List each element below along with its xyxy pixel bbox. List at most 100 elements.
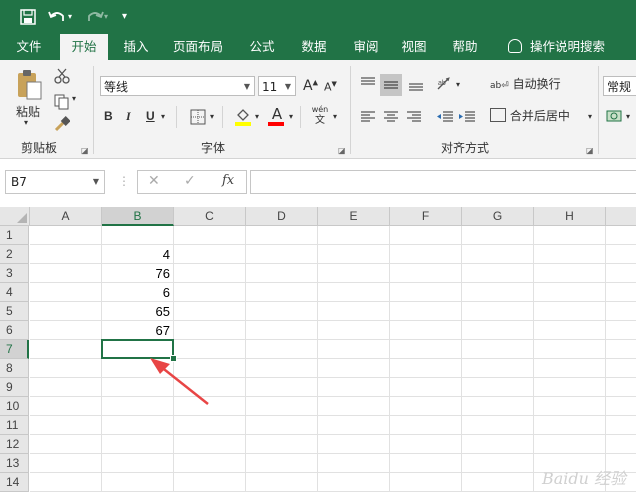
- italic-button[interactable]: I: [126, 109, 131, 124]
- cell-b11[interactable]: [102, 416, 174, 435]
- increase-indent-icon[interactable]: [458, 109, 476, 125]
- cell-c4[interactable]: [174, 283, 246, 302]
- cell-h1[interactable]: [534, 226, 606, 245]
- name-box[interactable]: B7 ▼: [5, 170, 105, 194]
- cell-c14[interactable]: [174, 473, 246, 492]
- cell-a7[interactable]: [30, 340, 102, 359]
- borders-dropdown-icon[interactable]: ▾: [210, 112, 214, 121]
- cell-d9[interactable]: [246, 378, 318, 397]
- align-left-icon[interactable]: [360, 109, 376, 125]
- cell-e5[interactable]: [318, 302, 390, 321]
- font-color-button[interactable]: A: [268, 106, 286, 126]
- clipboard-launcher-icon[interactable]: ◪: [81, 146, 89, 155]
- cell-e7[interactable]: [318, 340, 390, 359]
- cell-f5[interactable]: [390, 302, 462, 321]
- row-header-2[interactable]: 2: [0, 245, 29, 264]
- column-header-h[interactable]: H: [534, 207, 606, 226]
- cell-d3[interactable]: [246, 264, 318, 283]
- cell-g2[interactable]: [462, 245, 534, 264]
- cell-a3[interactable]: [30, 264, 102, 283]
- column-header-e[interactable]: E: [318, 207, 390, 226]
- tab-review[interactable]: 审阅: [344, 34, 388, 60]
- column-header-b[interactable]: B: [102, 207, 174, 226]
- row-header-5[interactable]: 5: [0, 302, 29, 321]
- align-middle-icon[interactable]: [380, 74, 402, 96]
- font-launcher-icon[interactable]: ◪: [338, 146, 346, 155]
- number-format-combo[interactable]: 常规: [603, 76, 636, 96]
- cell-d8[interactable]: [246, 359, 318, 378]
- cell-e2[interactable]: [318, 245, 390, 264]
- cell-i2[interactable]: [606, 245, 636, 264]
- cell-i10[interactable]: [606, 397, 636, 416]
- cell-b6[interactable]: 67: [102, 321, 174, 340]
- customize-quick-access-icon[interactable]: ▾: [122, 0, 127, 34]
- cell-f8[interactable]: [390, 359, 462, 378]
- cut-icon[interactable]: [54, 68, 70, 84]
- row-header-10[interactable]: 10: [0, 397, 29, 416]
- undo-icon[interactable]: [48, 0, 66, 37]
- column-header-c[interactable]: C: [174, 207, 246, 226]
- cell-g10[interactable]: [462, 397, 534, 416]
- row-header-11[interactable]: 11: [0, 416, 29, 435]
- cell-a2[interactable]: [30, 245, 102, 264]
- cell-a5[interactable]: [30, 302, 102, 321]
- row-header-8[interactable]: 8: [0, 359, 29, 378]
- cell-b3[interactable]: 76: [102, 264, 174, 283]
- cell-a11[interactable]: [30, 416, 102, 435]
- column-header-g[interactable]: G: [462, 207, 534, 226]
- cell-d1[interactable]: [246, 226, 318, 245]
- cell-a8[interactable]: [30, 359, 102, 378]
- font-color-dropdown-icon[interactable]: ▾: [289, 112, 293, 121]
- orientation-icon[interactable]: ab: [436, 76, 454, 92]
- cell-b13[interactable]: [102, 454, 174, 473]
- cell-f4[interactable]: [390, 283, 462, 302]
- redo-icon[interactable]: [86, 0, 104, 37]
- column-header-d[interactable]: D: [246, 207, 318, 226]
- align-bottom-icon[interactable]: [408, 76, 424, 92]
- cell-c3[interactable]: [174, 264, 246, 283]
- cell-d2[interactable]: [246, 245, 318, 264]
- row-header-7[interactable]: 7: [0, 340, 29, 359]
- decrease-indent-icon[interactable]: [436, 109, 454, 125]
- cell-b12[interactable]: [102, 435, 174, 454]
- cell-e12[interactable]: [318, 435, 390, 454]
- tab-insert[interactable]: 插入: [114, 34, 158, 60]
- align-top-icon[interactable]: [360, 76, 376, 92]
- cell-c12[interactable]: [174, 435, 246, 454]
- column-header-a[interactable]: A: [30, 207, 102, 226]
- cell-h7[interactable]: [534, 340, 606, 359]
- cell-h8[interactable]: [534, 359, 606, 378]
- cell-b5[interactable]: 65: [102, 302, 174, 321]
- cell-h2[interactable]: [534, 245, 606, 264]
- cell-f2[interactable]: [390, 245, 462, 264]
- cell-d11[interactable]: [246, 416, 318, 435]
- row-header-14[interactable]: 14: [0, 473, 29, 492]
- cell-b14[interactable]: [102, 473, 174, 492]
- cell-e9[interactable]: [318, 378, 390, 397]
- cell-a4[interactable]: [30, 283, 102, 302]
- cell-c2[interactable]: [174, 245, 246, 264]
- cell-e13[interactable]: [318, 454, 390, 473]
- cell-h3[interactable]: [534, 264, 606, 283]
- cell-h6[interactable]: [534, 321, 606, 340]
- cell-c13[interactable]: [174, 454, 246, 473]
- cell-e14[interactable]: [318, 473, 390, 492]
- cell-i4[interactable]: [606, 283, 636, 302]
- cell-g7[interactable]: [462, 340, 534, 359]
- formula-input[interactable]: [250, 170, 636, 194]
- cell-i5[interactable]: [606, 302, 636, 321]
- row-header-12[interactable]: 12: [0, 435, 29, 454]
- bold-button[interactable]: B: [104, 109, 113, 123]
- cell-f7[interactable]: [390, 340, 462, 359]
- cell-e11[interactable]: [318, 416, 390, 435]
- cell-i7[interactable]: [606, 340, 636, 359]
- cell-a13[interactable]: [30, 454, 102, 473]
- cancel-icon[interactable]: ✕: [148, 173, 160, 189]
- cell-i1[interactable]: [606, 226, 636, 245]
- cell-a6[interactable]: [30, 321, 102, 340]
- phonetic-guide-button[interactable]: wén 文: [310, 104, 330, 126]
- tab-help[interactable]: 帮助: [443, 34, 487, 60]
- cell-a10[interactable]: [30, 397, 102, 416]
- cell-b2[interactable]: 4: [102, 245, 174, 264]
- cell-g12[interactable]: [462, 435, 534, 454]
